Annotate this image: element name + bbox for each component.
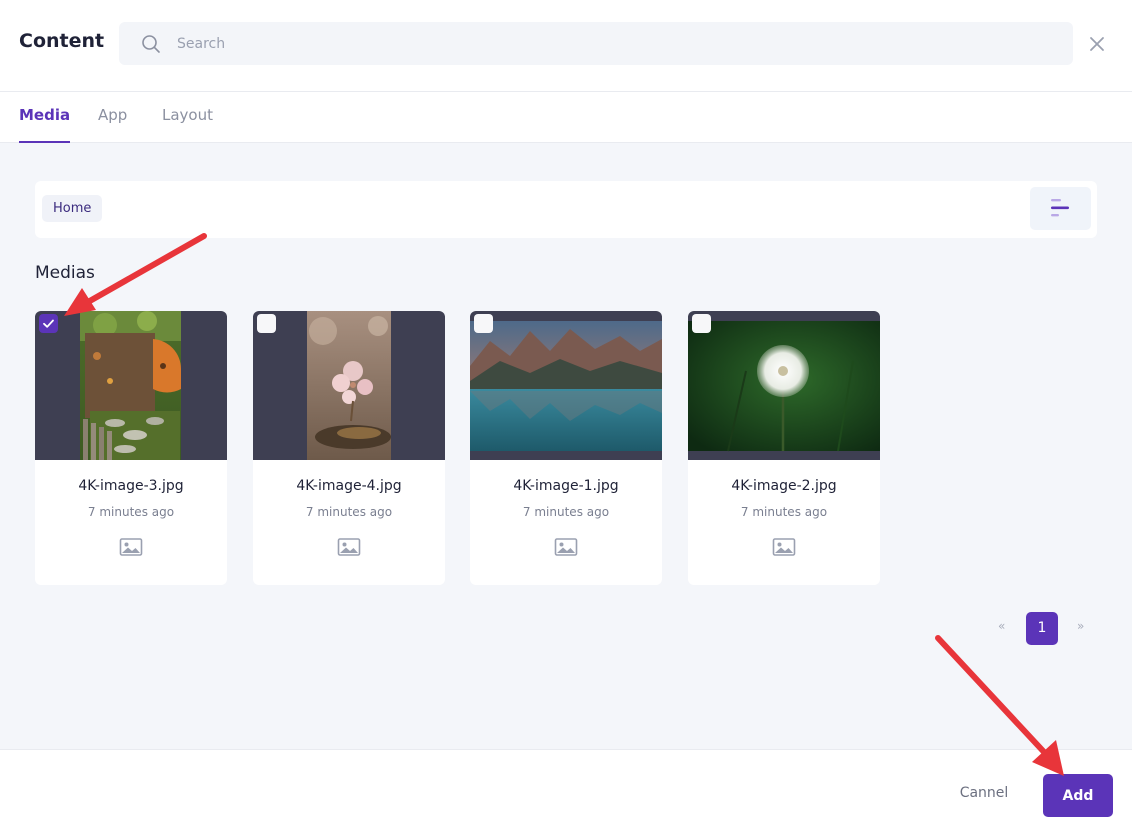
select-checkbox[interactable] bbox=[39, 314, 58, 333]
pagination-next[interactable]: » bbox=[1077, 619, 1084, 633]
hobbit-door-image bbox=[80, 311, 182, 460]
media-timestamp: 7 minutes ago bbox=[87, 505, 175, 519]
media-thumbnail bbox=[688, 311, 880, 460]
search-box[interactable] bbox=[119, 22, 1073, 65]
sort-icon bbox=[1051, 199, 1069, 217]
media-timestamp: 7 minutes ago bbox=[305, 505, 393, 519]
image-icon bbox=[772, 538, 796, 556]
mountain-lake-image bbox=[470, 321, 662, 451]
search-icon bbox=[142, 35, 160, 53]
media-card[interactable]: 4K-image-1.jpg 7 minutes ago bbox=[470, 311, 662, 585]
select-checkbox[interactable] bbox=[257, 314, 276, 333]
media-filename: 4K-image-1.jpg bbox=[513, 478, 619, 494]
close-icon[interactable] bbox=[1086, 33, 1108, 55]
media-filename: 4K-image-4.jpg bbox=[296, 478, 402, 494]
section-title: Medias bbox=[35, 263, 95, 283]
tab-media[interactable]: Media bbox=[19, 106, 71, 143]
dandelion-image bbox=[688, 321, 880, 452]
search-input[interactable] bbox=[177, 22, 1037, 65]
page-title: Content bbox=[19, 30, 105, 52]
image-icon bbox=[337, 538, 361, 556]
sort-button[interactable] bbox=[1030, 187, 1091, 230]
add-button[interactable]: Add bbox=[1043, 774, 1113, 817]
media-timestamp: 7 minutes ago bbox=[522, 505, 610, 519]
media-filename: 4K-image-2.jpg bbox=[731, 478, 837, 494]
tab-app[interactable]: App bbox=[98, 106, 127, 143]
media-timestamp: 7 minutes ago bbox=[740, 505, 828, 519]
select-checkbox[interactable] bbox=[474, 314, 493, 333]
media-card[interactable]: 4K-image-3.jpg 7 minutes ago bbox=[35, 311, 227, 585]
media-thumbnail bbox=[470, 311, 662, 460]
pagination-prev[interactable]: « bbox=[998, 619, 1005, 633]
cancel-button[interactable]: Cannel bbox=[942, 774, 1026, 812]
image-icon bbox=[119, 538, 143, 556]
image-icon bbox=[554, 538, 578, 556]
media-card[interactable]: 4K-image-2.jpg 7 minutes ago bbox=[688, 311, 880, 585]
footer: Cannel Add bbox=[0, 749, 1132, 831]
media-card[interactable]: 4K-image-4.jpg 7 minutes ago bbox=[253, 311, 445, 585]
select-checkbox[interactable] bbox=[692, 314, 711, 333]
media-filename: 4K-image-3.jpg bbox=[78, 478, 184, 494]
media-thumbnail bbox=[253, 311, 445, 460]
check-icon bbox=[43, 319, 54, 328]
tab-layout[interactable]: Layout bbox=[162, 106, 213, 143]
media-content: Home Medias 4K-image-3.jpg 7 minutes ago… bbox=[0, 143, 1132, 749]
header: Content bbox=[0, 0, 1132, 92]
breadcrumb: Home bbox=[35, 181, 1097, 238]
breadcrumb-home[interactable]: Home bbox=[42, 195, 103, 222]
pagination-page[interactable]: 1 bbox=[1026, 612, 1058, 645]
media-thumbnail bbox=[35, 311, 227, 460]
cherry-blossom-image bbox=[307, 311, 391, 460]
tab-bar: Media App Layout bbox=[0, 92, 1132, 143]
